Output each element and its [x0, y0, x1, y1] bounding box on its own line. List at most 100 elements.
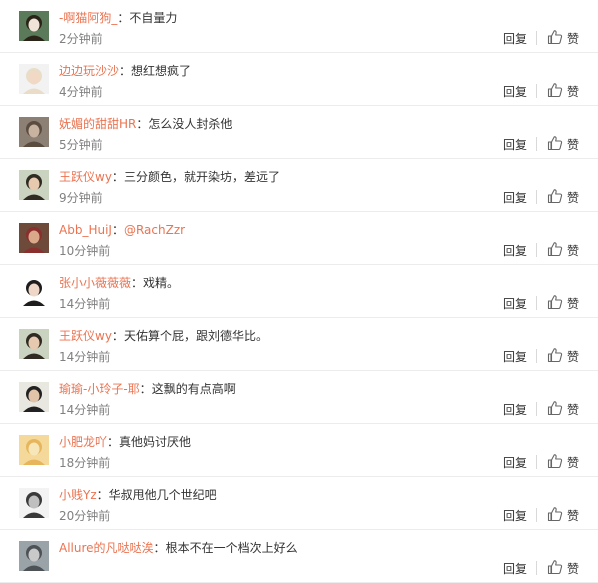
comment-username[interactable]: 王跃仪wy	[59, 329, 112, 343]
action-divider	[536, 402, 537, 416]
avatar[interactable]	[19, 488, 49, 518]
action-divider	[536, 296, 537, 310]
avatar-image	[19, 329, 49, 359]
colon: ：	[153, 541, 166, 555]
comment-text: 怎么没人封杀他	[148, 117, 233, 131]
comment-line: Abb_HuiJ：@RachZzr	[59, 221, 185, 239]
colon: ：	[111, 329, 124, 343]
comment-username[interactable]: 小肥龙吖	[59, 435, 107, 449]
action-divider	[536, 190, 537, 204]
comment-item: 瑜瑜-小玲子-耶：这飘的有点高啊 14分钟前 回复 赞	[0, 371, 598, 424]
reply-button[interactable]: 回复	[503, 137, 527, 153]
action-divider	[536, 243, 537, 257]
comment-line: 王跃仪wy：三分颜色，就开染坊，差远了	[59, 168, 280, 186]
avatar-image	[19, 435, 49, 465]
comment-username[interactable]: Abb_HuiJ	[59, 223, 112, 237]
reply-button[interactable]: 回复	[503, 349, 527, 365]
comment-mention[interactable]: @RachZzr	[124, 223, 185, 237]
comment-line: 小贱Yz：华叔甩他几个世纪吧	[59, 486, 217, 504]
thumbs-up-icon	[547, 295, 563, 310]
avatar[interactable]	[19, 435, 49, 465]
like-label: 赞	[567, 32, 580, 46]
comment-username[interactable]: 张小小薇薇薇	[59, 276, 131, 290]
avatar[interactable]	[19, 117, 49, 147]
thumbs-up-icon	[547, 242, 563, 257]
comment-time: 14分钟前	[59, 297, 111, 311]
comment-username[interactable]: 瑜瑜-小玲子-耶	[59, 382, 140, 396]
avatar[interactable]	[19, 11, 49, 41]
comment-time: 10分钟前	[59, 244, 111, 258]
action-divider	[536, 561, 537, 575]
comment-username[interactable]: 王跃仪wy	[59, 170, 112, 184]
avatar-image	[19, 382, 49, 412]
comment-username[interactable]: 小贱Yz	[59, 488, 97, 502]
avatar[interactable]	[19, 64, 49, 94]
avatar[interactable]	[19, 382, 49, 412]
reply-button[interactable]: 回复	[503, 296, 527, 312]
thumbs-up-icon	[547, 136, 563, 151]
reply-button[interactable]: 回复	[503, 455, 527, 471]
comment-line: 妩媚的甜甜HR：怎么没人封杀他	[59, 115, 232, 133]
reply-button[interactable]: 回复	[503, 84, 527, 100]
like-label: 赞	[567, 350, 580, 364]
comment-time: 2分钟前	[59, 32, 103, 46]
like-label: 赞	[567, 509, 580, 523]
colon: ：	[96, 488, 109, 502]
colon: ：	[111, 170, 124, 184]
comment-text: 根本不在一个档次上好么	[165, 541, 298, 555]
reply-button[interactable]: 回复	[503, 31, 527, 47]
action-divider	[536, 455, 537, 469]
comment-username[interactable]: 边边玩沙沙	[59, 64, 119, 78]
comment-item: 小贱Yz：华叔甩他几个世纪吧 20分钟前 回复 赞	[0, 477, 598, 530]
avatar[interactable]	[19, 170, 49, 200]
avatar[interactable]	[19, 541, 49, 571]
like-label: 赞	[567, 85, 580, 99]
comment-line: Allure的凡哒哒涘：根本不在一个档次上好么	[59, 539, 298, 557]
avatar-image	[19, 64, 49, 94]
comment-time: 5分钟前	[59, 138, 103, 152]
avatar-image	[19, 117, 49, 147]
comment-time: 18分钟前	[59, 456, 111, 470]
action-divider	[536, 508, 537, 522]
action-divider	[536, 137, 537, 151]
thumbs-up-icon	[547, 83, 563, 98]
like-label: 赞	[567, 138, 580, 152]
colon: ：	[136, 117, 149, 131]
comment-username[interactable]: -啊猫阿狗_	[59, 11, 117, 25]
avatar-image	[19, 11, 49, 41]
comment-item: Allure的凡哒哒涘：根本不在一个档次上好么 回复 赞	[0, 530, 598, 583]
like-label: 赞	[567, 244, 580, 258]
reply-button[interactable]: 回复	[503, 402, 527, 418]
thumbs-up-icon	[547, 507, 563, 522]
reply-button[interactable]: 回复	[503, 243, 527, 259]
avatar-image	[19, 276, 49, 306]
comment-item: 边边玩沙沙：想红想疯了 4分钟前 回复 赞	[0, 53, 598, 106]
avatar-image	[19, 223, 49, 253]
comment-item: -啊猫阿狗_：不自量力 2分钟前 回复 赞	[0, 0, 598, 53]
comment-time: 4分钟前	[59, 85, 103, 99]
reply-button[interactable]: 回复	[503, 508, 527, 524]
thumbs-up-icon	[547, 454, 563, 469]
colon: ：	[119, 64, 132, 78]
comment-username[interactable]: Allure的凡哒哒涘	[59, 541, 154, 555]
like-label: 赞	[567, 191, 580, 205]
avatar[interactable]	[19, 276, 49, 306]
comment-item: 小肥龙吖：真他妈讨厌他 18分钟前 回复 赞	[0, 424, 598, 477]
colon: ：	[139, 382, 152, 396]
comment-text: 想红想疯了	[131, 64, 192, 78]
avatar-image	[19, 541, 49, 571]
comment-list: -啊猫阿狗_：不自量力 2分钟前 回复 赞 边边玩沙沙：想红想疯了 4分钟前 回…	[0, 0, 598, 583]
comment-username[interactable]: 妩媚的甜甜HR	[59, 117, 136, 131]
thumbs-up-icon	[547, 348, 563, 363]
avatar[interactable]	[19, 329, 49, 359]
comment-text: 不自量力	[129, 11, 178, 25]
reply-button[interactable]: 回复	[503, 190, 527, 206]
avatar[interactable]	[19, 223, 49, 253]
reply-button[interactable]: 回复	[503, 561, 527, 577]
comment-line: 小肥龙吖：真他妈讨厌他	[59, 433, 191, 451]
avatar-image	[19, 488, 49, 518]
comment-line: -啊猫阿狗_：不自量力	[59, 9, 177, 27]
like-label: 赞	[567, 297, 580, 311]
comment-time: 20分钟前	[59, 509, 111, 523]
comment-line: 张小小薇薇薇：戏精。	[59, 274, 179, 292]
